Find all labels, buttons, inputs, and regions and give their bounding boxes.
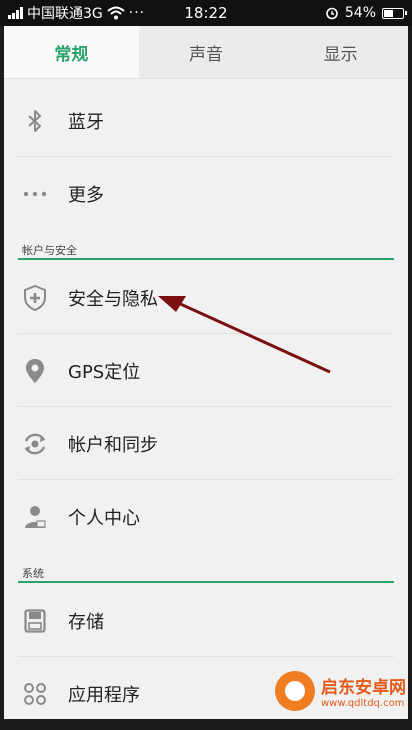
row-storage[interactable]: 存储: [4, 584, 408, 657]
watermark-name: 启东安卓网: [321, 678, 406, 698]
row-security-privacy[interactable]: 安全与隐私: [4, 261, 408, 334]
row-personal-center[interactable]: 个人中心: [4, 480, 408, 553]
row-label: 安全与隐私: [68, 288, 158, 310]
alarm-icon: [326, 7, 338, 20]
section-header-system: 系统: [22, 567, 44, 580]
battery-percent: 54%: [344, 5, 376, 21]
watermark: 启东安卓网 www.qdltdq.com: [275, 671, 406, 711]
row-account-sync[interactable]: 帐户和同步: [4, 407, 408, 480]
person-icon: [22, 504, 48, 530]
row-label: 帐户和同步: [68, 434, 158, 456]
bluetooth-icon: [22, 108, 48, 134]
tab-sound[interactable]: 声音: [138, 26, 274, 78]
section-header-account: 帐户与安全: [22, 244, 77, 257]
status-bar: 中国联通3G ··· 18:22 54%: [0, 0, 412, 26]
row-label: 更多: [68, 184, 104, 206]
tab-display[interactable]: 显示: [273, 26, 409, 78]
status-right: 54%: [325, 0, 407, 26]
row-label: 蓝牙: [68, 111, 104, 133]
battery-icon: [382, 7, 407, 19]
row-more[interactable]: 更多: [4, 157, 408, 230]
battery-fill: [384, 9, 393, 17]
row-label: 存储: [68, 611, 104, 633]
watermark-text: 启东安卓网 www.qdltdq.com: [321, 673, 406, 709]
settings-panel: 常规 声音 显示 蓝牙 更多 帐户与安全 安全与隐私 GPS定位 帐户和同步 个…: [4, 26, 409, 719]
location-pin-icon: [22, 358, 48, 384]
apps-icon: [22, 681, 48, 707]
shield-icon: [22, 284, 48, 311]
tab-general[interactable]: 常规: [4, 26, 139, 78]
tab-bar: 常规 声音 显示: [4, 26, 409, 79]
row-bluetooth[interactable]: 蓝牙: [4, 84, 408, 157]
sync-icon: [22, 431, 48, 457]
storage-icon: [22, 608, 48, 634]
row-gps[interactable]: GPS定位: [4, 334, 408, 407]
watermark-logo-icon: [275, 671, 315, 711]
more-dots-icon: [22, 181, 48, 207]
row-label: 个人中心: [68, 507, 140, 529]
watermark-url: www.qdltdq.com: [321, 698, 405, 709]
section-line: [18, 258, 394, 260]
row-label: 应用程序: [68, 684, 140, 706]
row-label: GPS定位: [68, 361, 141, 383]
section-line: [18, 581, 394, 583]
